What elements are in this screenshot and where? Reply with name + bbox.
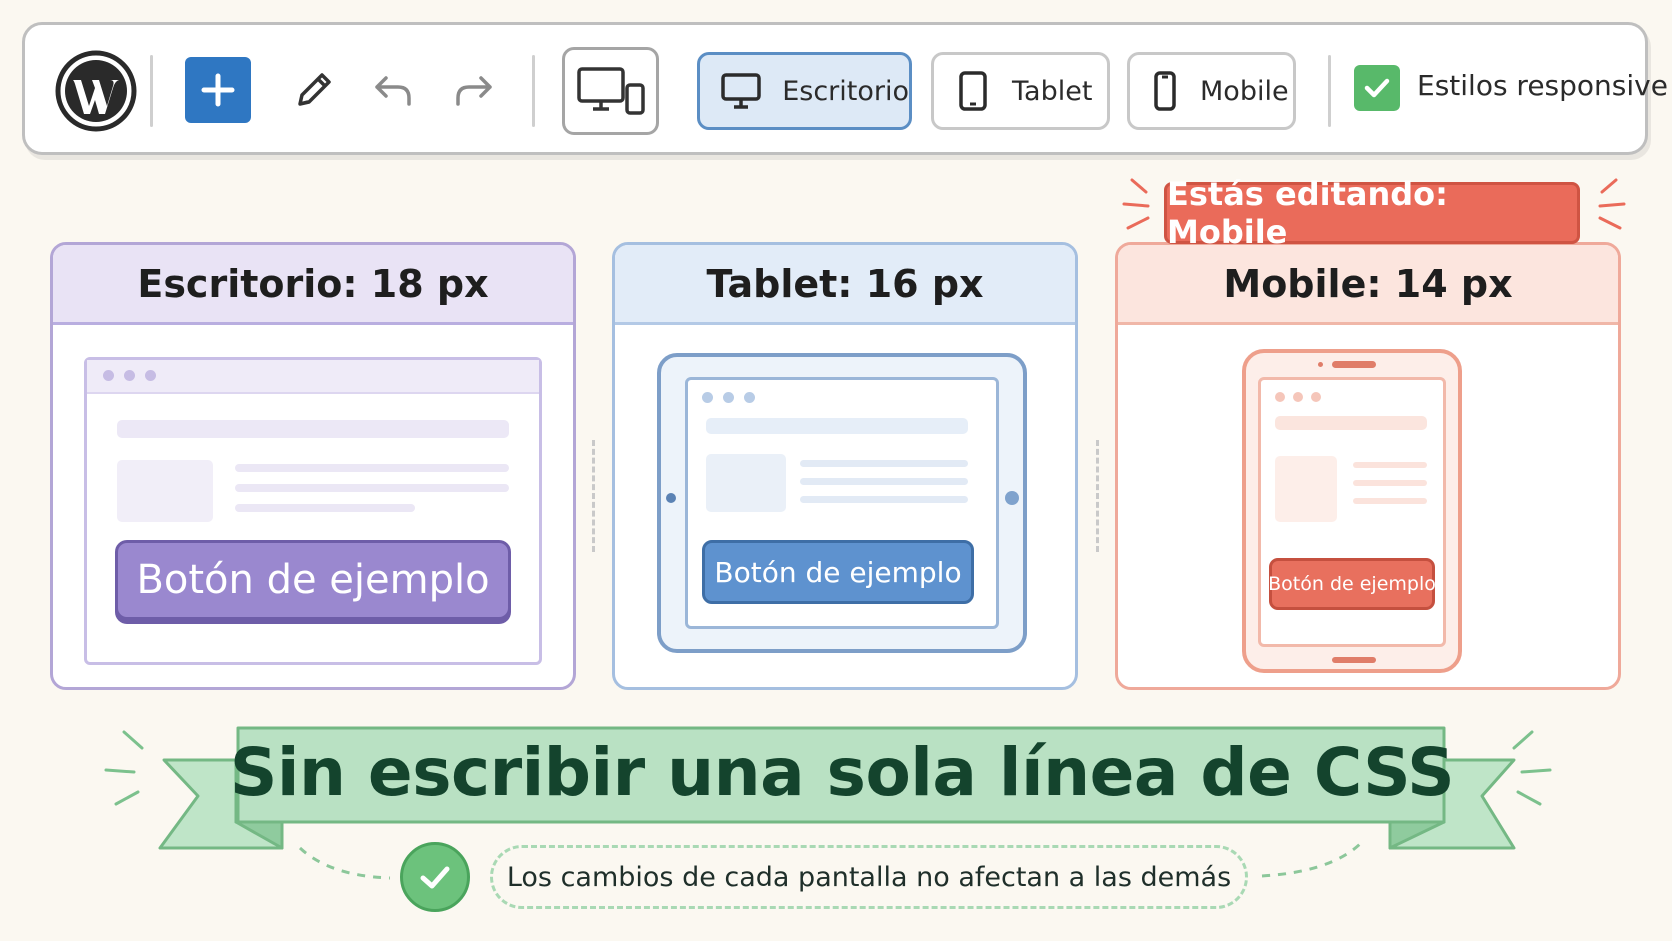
placeholder-heading — [1275, 416, 1427, 430]
edit-tool-button[interactable] — [287, 63, 341, 117]
spark-lines-left — [1122, 178, 1150, 230]
sample-button-mobile[interactable]: Botón de ejemplo — [1268, 558, 1436, 610]
banner-title: Sin escribir una sola línea de CSS — [229, 733, 1455, 811]
mobile-device-mockup: Botón de ejemplo — [1242, 349, 1462, 673]
responsive-styles-checkbox[interactable] — [1354, 65, 1400, 111]
independent-changes-note: Los cambios de cada pantalla no afectan … — [490, 845, 1248, 909]
placeholder-line — [235, 464, 509, 472]
sample-button-desktop[interactable]: Botón de ejemplo — [115, 540, 511, 620]
placeholder-image — [117, 460, 213, 522]
tablet-camera — [666, 493, 676, 503]
undo-icon — [375, 76, 411, 106]
phone-speaker — [1332, 361, 1376, 368]
tablet-home-button — [1005, 491, 1019, 505]
tablet-preview-panel: Tablet: 16 px Botón de ejemplo — [612, 242, 1078, 690]
wordpress-icon[interactable] — [55, 50, 137, 132]
editing-mode-badge: Estás editando: Mobile — [1164, 175, 1580, 251]
redo-button[interactable] — [449, 65, 499, 115]
placeholder-heading — [117, 420, 509, 438]
editor-toolbar: Escritorio Tablet Mobile Estilos respons… — [22, 22, 1668, 155]
panel-connector — [1096, 440, 1099, 552]
placeholder-line — [1353, 498, 1427, 504]
placeholder-line — [1353, 480, 1427, 486]
mobile-icon — [1130, 70, 1200, 112]
sample-button-tablet[interactable]: Botón de ejemplo — [702, 540, 974, 604]
placeholder-line — [1353, 462, 1427, 468]
device-label-tablet: Tablet — [1012, 75, 1093, 107]
placeholder-image — [1275, 456, 1337, 522]
device-button-tablet[interactable]: Tablet — [931, 52, 1110, 130]
panel-title-desktop: Escritorio: 18 px — [53, 245, 573, 325]
phone-screen: Botón de ejemplo — [1258, 377, 1446, 647]
panel-connector — [592, 440, 595, 552]
desktop-browser-mockup: Botón de ejemplo — [84, 357, 542, 665]
browser-dots — [1275, 392, 1321, 402]
placeholder-line — [235, 504, 415, 512]
toolbar-divider — [532, 55, 535, 127]
device-label-mobile: Mobile — [1200, 75, 1289, 107]
browser-dots — [103, 370, 156, 381]
phone-camera — [1318, 362, 1323, 367]
placeholder-heading — [706, 418, 968, 434]
placeholder-line — [800, 478, 968, 485]
spark-lines-right — [1598, 178, 1626, 230]
mobile-preview-panel: Mobile: 14 px Botón de ejemplo — [1115, 242, 1621, 690]
panel-title-tablet: Tablet: 16 px — [615, 245, 1075, 325]
panel-title-mobile: Mobile: 14 px — [1118, 245, 1618, 325]
add-block-button[interactable] — [185, 57, 251, 123]
checkmark-icon — [1364, 78, 1390, 98]
undo-button[interactable] — [368, 65, 418, 115]
responsive-styles-label: Estilos responsive — [1417, 69, 1668, 102]
placeholder-line — [800, 460, 968, 467]
device-label-desktop: Escritorio — [782, 75, 909, 107]
plus-icon — [201, 73, 235, 107]
devices-icon — [576, 67, 645, 115]
toolbar-divider — [1328, 55, 1331, 127]
phone-home-bar — [1332, 657, 1376, 663]
responsive-view-toggle[interactable] — [562, 47, 659, 135]
tablet-screen: Botón de ejemplo — [685, 377, 999, 629]
desktop-icon — [700, 71, 782, 111]
pencil-icon — [298, 73, 331, 106]
toolbar-divider — [150, 55, 153, 127]
device-button-mobile[interactable]: Mobile — [1127, 52, 1296, 130]
tablet-icon — [934, 70, 1012, 112]
placeholder-line — [235, 484, 509, 492]
tablet-device-mockup: Botón de ejemplo — [657, 353, 1027, 653]
device-button-desktop[interactable]: Escritorio — [697, 52, 912, 130]
success-check-icon — [400, 842, 470, 912]
placeholder-line — [800, 496, 968, 503]
placeholder-image — [706, 454, 786, 512]
browser-dots — [702, 392, 755, 403]
desktop-preview-panel: Escritorio: 18 px Botón de ejemplo — [50, 242, 576, 690]
redo-icon — [456, 76, 492, 106]
